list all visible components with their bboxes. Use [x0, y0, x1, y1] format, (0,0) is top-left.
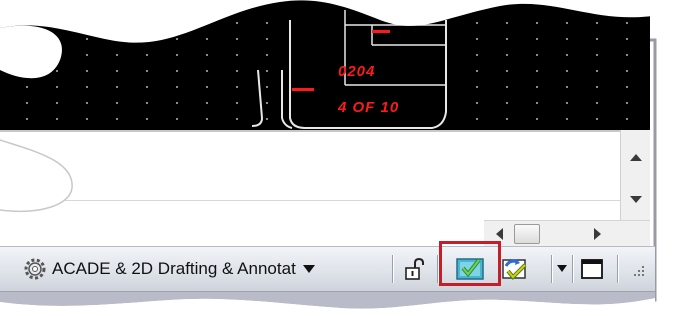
highlight-box [439, 241, 501, 286]
chevron-down-icon [557, 265, 567, 272]
refresh-check-icon [502, 259, 527, 280]
chevron-down-icon[interactable] [302, 264, 316, 274]
refresh-status-button[interactable] [497, 255, 533, 283]
resize-grip-icon [634, 266, 644, 276]
autocad-window: 0204 4 OF 10 ACADE & 2D Drafting & Annot… [0, 0, 675, 316]
workspace-switcher[interactable]: ACADE & 2D Drafting & Annotat [22, 256, 316, 282]
gear-icon [24, 258, 46, 280]
resize-grip[interactable] [624, 255, 650, 283]
status-separator [617, 255, 618, 283]
clean-screen-button[interactable] [576, 255, 608, 283]
status-separator [437, 255, 438, 283]
status-bar: ACADE & 2D Drafting & Annotat [0, 246, 655, 292]
unlock-icon [405, 257, 424, 280]
status-separator [572, 255, 573, 283]
status-separator [551, 255, 552, 283]
status-menu-button[interactable] [554, 255, 570, 283]
status-separator [392, 255, 393, 283]
window-icon [581, 259, 603, 279]
workspace-label: ACADE & 2D Drafting & Annotat [52, 259, 296, 278]
lock-toolbar-button[interactable] [401, 255, 429, 283]
